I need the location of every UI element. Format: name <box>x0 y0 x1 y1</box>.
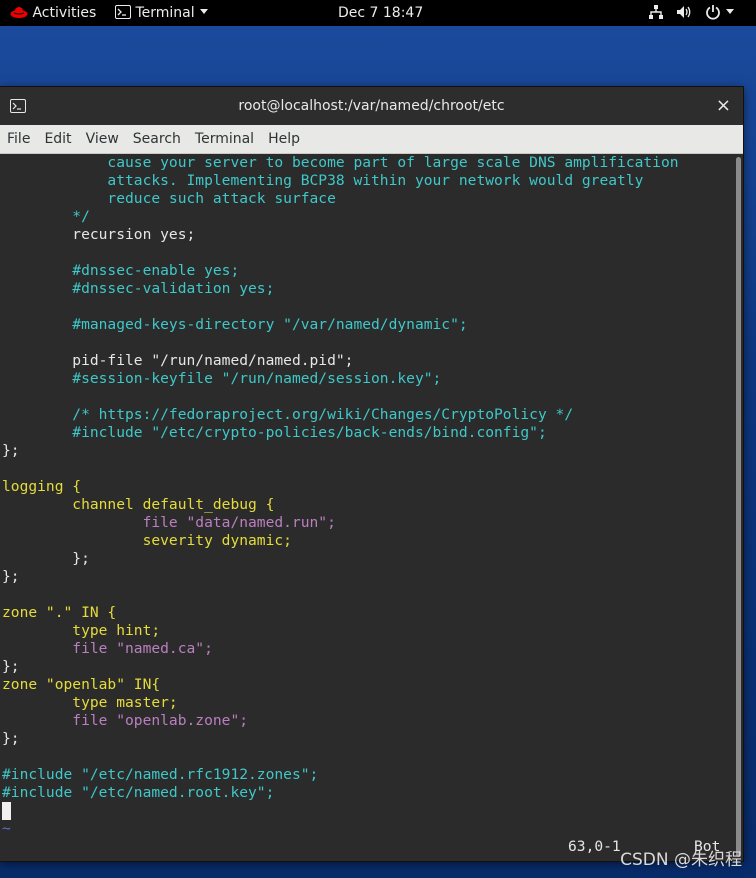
menu-terminal[interactable]: Terminal <box>188 125 261 153</box>
menu-bar: File Edit View Search Terminal Help <box>0 125 743 154</box>
chevron-down-icon <box>726 9 735 14</box>
menu-file[interactable]: File <box>0 125 37 153</box>
code-line: recursion yes; <box>2 226 196 243</box>
terminal-app-icon <box>115 5 131 19</box>
window-titlebar[interactable]: root@localhost:/var/named/chroot/etc × <box>0 87 743 126</box>
power-menu[interactable] <box>705 0 735 26</box>
clock[interactable]: Dec 7 18:47 <box>338 0 423 26</box>
code-line: #session-keyfile "/run/named/session.key… <box>2 370 442 387</box>
volume-icon[interactable] <box>676 0 692 26</box>
menu-edit[interactable]: Edit <box>37 125 78 153</box>
code-line: zone "openlab" IN{ <box>2 676 161 693</box>
status-position: 63,0-1 <box>568 838 621 855</box>
app-menu-label: Terminal <box>135 5 195 21</box>
activities-label: Activities <box>32 5 97 21</box>
code-line: }; <box>2 442 20 459</box>
redhat-logo-icon <box>10 7 28 18</box>
text-cursor <box>2 802 11 820</box>
code-line: #dnssec-validation yes; <box>2 280 275 297</box>
power-icon <box>706 5 720 20</box>
terminal-window: root@localhost:/var/named/chroot/etc × F… <box>0 87 743 861</box>
code-line: file "openlab.zone"; <box>2 712 249 729</box>
code-line: cause your server to become part of larg… <box>2 154 679 171</box>
code-line: logging { <box>2 478 82 495</box>
code-line: #dnssec-enable yes; <box>2 262 240 279</box>
code-line: }; <box>2 658 20 675</box>
menu-help[interactable]: Help <box>261 125 307 153</box>
code-line: file "data/named.run"; <box>2 514 336 531</box>
code-line: pid-file "/run/named/named.pid"; <box>2 352 354 369</box>
code-line: #managed-keys-directory "/var/named/dyna… <box>2 316 468 333</box>
scrollbar-thumb[interactable] <box>736 157 741 857</box>
code-line: /* https://fedoraproject.org/wiki/Change… <box>2 406 574 423</box>
close-button[interactable]: × <box>716 87 731 125</box>
code-line: }; <box>2 568 20 585</box>
menu-view[interactable]: View <box>79 125 126 153</box>
code-line: zone "." IN { <box>2 604 117 621</box>
code-line: type master; <box>2 694 178 711</box>
code-line: channel default_debug { <box>2 496 275 513</box>
empty-buffer-line: ~ <box>2 820 11 837</box>
code-line: attacks. Implementing BCP38 within your … <box>2 172 644 189</box>
watermark: CSDN @朱织程 <box>620 850 742 870</box>
terminal-content[interactable]: cause your server to become part of larg… <box>0 154 733 861</box>
code-line: */ <box>2 208 90 225</box>
app-menu-terminal[interactable]: Terminal <box>115 0 209 26</box>
chevron-down-icon <box>200 9 209 14</box>
scrollbar[interactable] <box>733 154 743 861</box>
network-icon[interactable] <box>648 0 664 26</box>
code-line: file "named.ca"; <box>2 640 213 657</box>
code-line: reduce such attack surface <box>2 190 336 207</box>
code-line: #include "/etc/crypto-policies/back-ends… <box>2 424 547 441</box>
menu-search[interactable]: Search <box>126 125 188 153</box>
gnome-top-bar: Activities Terminal Dec 7 18:47 <box>0 0 756 26</box>
code-line: }; <box>2 550 90 567</box>
code-line: }; <box>2 730 20 747</box>
code-line: severity dynamic; <box>2 532 292 549</box>
window-title: root@localhost:/var/named/chroot/etc <box>238 98 505 114</box>
activities-button[interactable]: Activities <box>10 0 96 26</box>
code-line: type hint; <box>2 622 161 639</box>
cursor-line <box>2 802 11 820</box>
code-line: #include "/etc/named.root.key"; <box>2 784 275 801</box>
code-line: #include "/etc/named.rfc1912.zones"; <box>2 766 319 783</box>
